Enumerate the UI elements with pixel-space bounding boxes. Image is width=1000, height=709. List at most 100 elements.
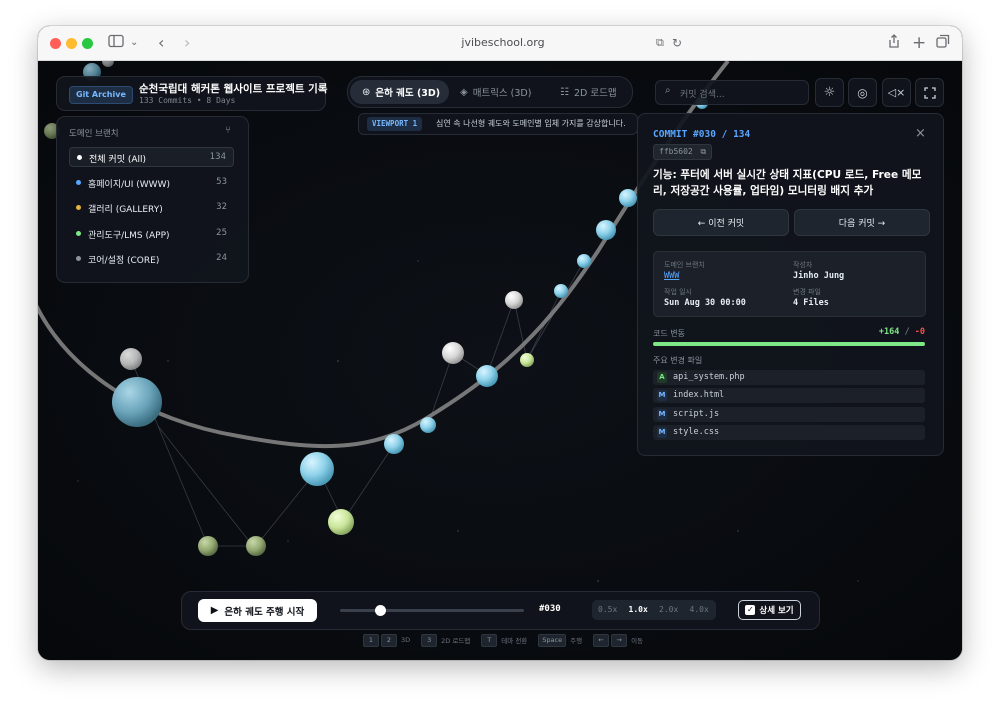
reload-icon[interactable]: ↻	[672, 34, 682, 52]
shortcut-key: Space	[538, 633, 567, 647]
file-status-badge: A	[657, 372, 667, 383]
galaxy-icon: ⊛	[362, 86, 371, 98]
next-commit-button[interactable]: 다음 커밋 →	[794, 209, 930, 236]
meta-domain-label: 도메인 브랜치	[664, 261, 705, 269]
tab-2d-roadmap[interactable]: ☷ 2D 로드맵	[560, 80, 617, 104]
next-commit-label: 다음 커밋 →	[838, 219, 886, 229]
prev-commit-button[interactable]: ← 이전 커밋	[653, 209, 789, 236]
branch-item[interactable]: 홈페이지/UI (WWW) 53	[69, 173, 234, 193]
copy-icon: ⧉	[700, 147, 707, 156]
play-label: 은하 궤도 주행 시작	[224, 606, 305, 618]
fullscreen-button[interactable]	[915, 78, 944, 107]
code-changes-label: 코드 변동	[653, 329, 685, 338]
shortcut-label: 3D	[401, 636, 411, 644]
shortcut-label: 이동	[631, 637, 644, 645]
timeline-thumb[interactable]	[374, 605, 386, 616]
timeline-track[interactable]	[340, 609, 524, 612]
branch-count: 53	[216, 176, 227, 187]
project-stats: 133 Commits • 8 Days	[139, 96, 236, 105]
shortcut-key: T	[481, 633, 498, 647]
theme-toggle-button[interactable]: ☼	[815, 78, 844, 107]
git-branch-icon: ⑂	[225, 125, 231, 136]
minimize-window-button[interactable]	[66, 38, 77, 49]
close-window-button[interactable]	[50, 38, 61, 49]
shortcut-key: 3	[421, 633, 438, 647]
speed-option[interactable]: 2.0x	[659, 605, 678, 614]
browser-titlebar: ⌄ ‹ › jvibeschool.org ⧉ ↻ +	[38, 26, 962, 61]
timeline-position: #030	[539, 604, 561, 614]
detail-view-toggle[interactable]: ✓ 상세 보기	[738, 600, 801, 620]
compass-button[interactable]: ◎	[848, 78, 877, 107]
roadmap-icon: ☷	[560, 86, 569, 98]
speed-option[interactable]: 1.0x	[629, 605, 648, 614]
shortcut-hint: Space 주행	[538, 633, 582, 647]
viewport-description: VIEWPORT 1 심연 속 나선형 궤도와 도메인별 입체 가지를 감상합니…	[358, 113, 638, 135]
close-icon[interactable]: ×	[915, 126, 926, 141]
translate-icon[interactable]: ⧉	[656, 34, 664, 52]
checkbox-checked-icon: ✓	[745, 605, 756, 615]
changed-files-heading: 주요 변경 파일	[653, 356, 703, 365]
shortcut-label: 2D 로드맵	[441, 637, 471, 645]
viewport-badge: VIEWPORT 1	[367, 117, 423, 131]
commit-title: 기능: 푸터에 서버 실시간 상태 지표(CPU 로드, Free 메모리, 저…	[653, 169, 922, 197]
address-bar[interactable]: jvibeschool.org	[313, 32, 693, 54]
speed-option[interactable]: 0.5x	[598, 605, 617, 614]
chevron-down-icon[interactable]: ⌄	[130, 34, 138, 52]
domain-branch-panel: 도메인 브랜치 ⑂ 전체 커밋 (All) 134 홈페이지/UI (WWW) 53 갤…	[56, 116, 249, 283]
changed-file-row[interactable]: Mindex.html	[653, 388, 925, 404]
file-status-badge: M	[657, 426, 667, 438]
branch-item[interactable]: 갤러리 (GALLERY) 32	[69, 198, 234, 218]
mute-button[interactable]: ◁×	[882, 78, 911, 107]
branch-item[interactable]: 코어/설정 (CORE) 24	[69, 249, 234, 269]
shortcut-key: →	[611, 633, 628, 647]
start-orbit-button[interactable]: ▶ 은하 궤도 주행 시작	[198, 599, 317, 622]
new-tab-icon[interactable]: +	[912, 34, 926, 52]
tab-label: 2D 로드맵	[573, 88, 617, 99]
tab-matrix[interactable]: ◈ 매트릭스 (3D)	[460, 80, 531, 104]
speed-option[interactable]: 4.0x	[690, 605, 709, 614]
galaxy-viewport[interactable]: Git Archive 순천국립대 해커톤 웹사이트 프로젝트 기록 133 C…	[38, 61, 962, 660]
playback-bar: ▶ 은하 궤도 주행 시작 #030 0.5x 1.0x 2.0x 4.0x ✓ 상세…	[181, 591, 820, 630]
forward-icon[interactable]: ›	[184, 34, 190, 52]
file-name: api_system.php	[673, 372, 745, 382]
commit-hash: ffb5602	[659, 147, 693, 156]
tab-label: 은하 궤도 (3D)	[375, 88, 441, 99]
search-input[interactable]: ⌕ 커밋 검색...	[655, 80, 809, 105]
branch-panel-title: 도메인 브랜치	[69, 129, 119, 139]
branch-label: 홈페이지/UI (WWW)	[88, 179, 170, 190]
commit-meta-box: 도메인 브랜치 WWW 작성자 Jinho Jung 작업 일시 Sun Aug…	[653, 251, 926, 317]
additions-fill	[653, 342, 925, 346]
changed-file-row[interactable]: Aapi_system.php	[653, 370, 925, 385]
meta-files-label: 변경 파일	[793, 288, 821, 296]
tab-overview-icon[interactable]	[936, 34, 950, 53]
file-name: script.js	[673, 408, 720, 419]
shortcut-label: 테마 전환	[501, 637, 528, 645]
branch-item[interactable]: 전체 커밋 (All) 134	[69, 147, 234, 167]
commit-hash-chip[interactable]: ffb5602 ⧉	[653, 144, 713, 160]
commit-heading: COMMIT #030 / 134	[653, 129, 751, 140]
tab-galaxy-orbit[interactable]: ⊛ 은하 궤도 (3D)	[350, 80, 449, 104]
project-header: Git Archive 순천국립대 해커톤 웹사이트 프로젝트 기록 133 C…	[56, 76, 328, 111]
branch-color-dot	[76, 230, 81, 236]
search-icon: ⌕	[665, 85, 671, 96]
shortcut-key: 1	[363, 633, 379, 647]
branch-count: 24	[216, 253, 227, 263]
code-changes-stats: +164 / -0	[879, 327, 925, 337]
changed-file-row[interactable]: Mscript.js	[653, 406, 925, 422]
url-text: jvibeschool.org	[461, 36, 545, 49]
branch-label: 관리도구/LMS (APP)	[88, 230, 170, 241]
meta-author-label: 작성자	[793, 261, 813, 269]
fullscreen-icon	[923, 86, 936, 99]
file-name: style.css	[673, 426, 720, 437]
branch-item[interactable]: 관리도구/LMS (APP) 25	[69, 224, 234, 244]
share-icon[interactable]	[888, 34, 900, 54]
sidebar-toggle-icon[interactable]	[108, 34, 124, 53]
branch-color-dot	[76, 256, 81, 261]
mute-icon: ◁×	[887, 86, 906, 99]
additions-count: +164	[878, 327, 900, 337]
changed-file-row[interactable]: Mstyle.css	[653, 424, 925, 440]
meta-domain-value[interactable]: WWW	[664, 271, 679, 281]
changes-bar	[653, 342, 925, 346]
back-icon[interactable]: ‹	[158, 34, 164, 52]
zoom-window-button[interactable]	[82, 38, 93, 49]
